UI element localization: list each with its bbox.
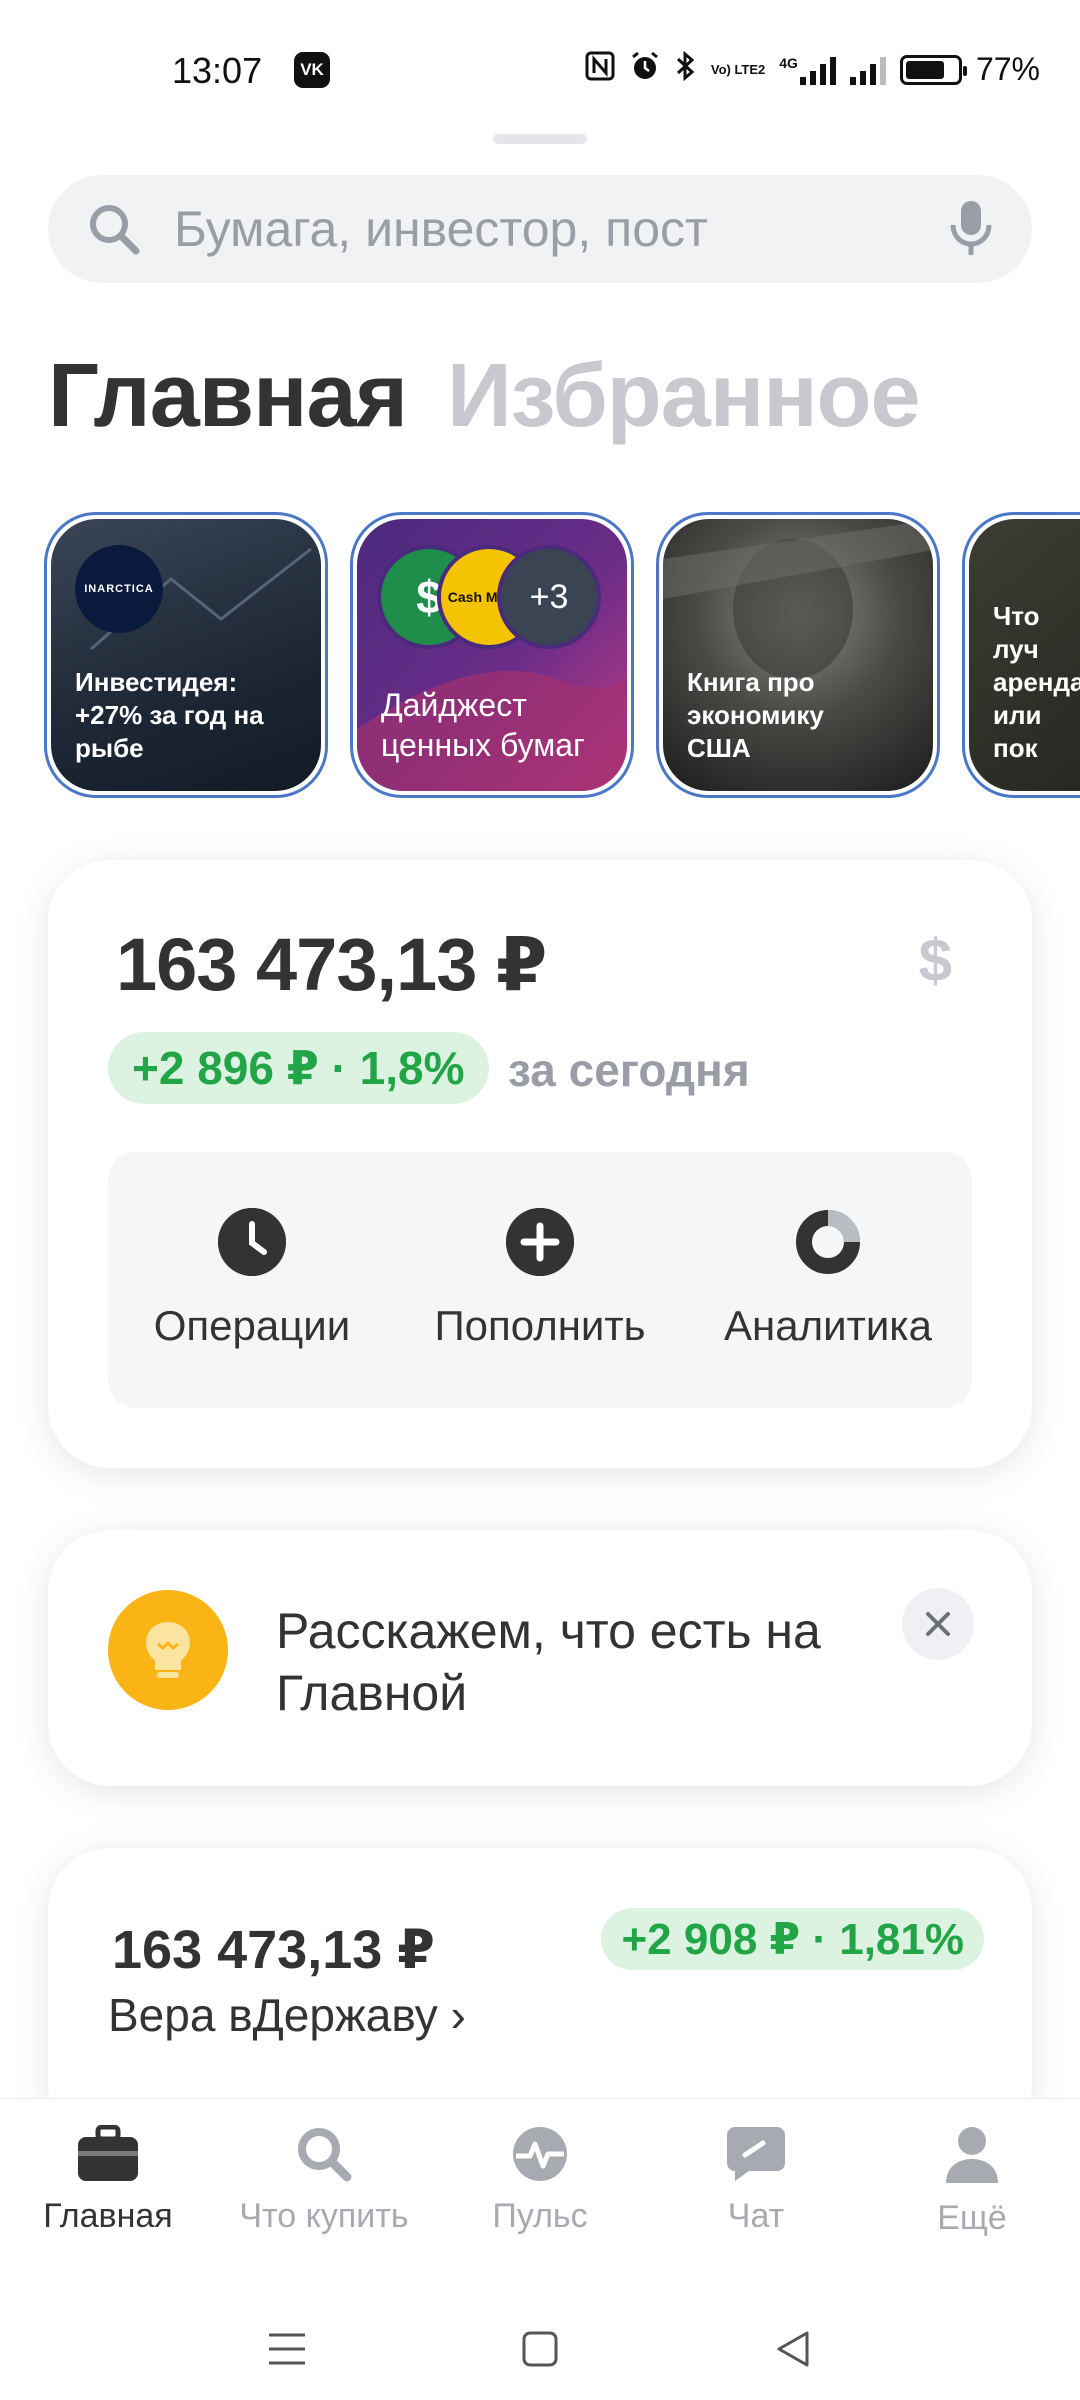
- back-icon[interactable]: [773, 2329, 813, 2369]
- operations-button[interactable]: Операции: [108, 1152, 396, 1408]
- nav-pulse-label: Пульс: [492, 2197, 588, 2235]
- volte-icon: Vo) LTE2: [710, 61, 766, 77]
- search-input[interactable]: [174, 200, 946, 258]
- system-navigation: [0, 2298, 1080, 2400]
- story-item[interactable]: $ Cash Money +3 Дайджест ценных бумаг: [350, 512, 634, 798]
- top-up-label: Пополнить: [434, 1302, 646, 1349]
- analytics-label: Аналитика: [724, 1302, 932, 1349]
- bottom-navigation: Главная Что купить Пульс Чат Ещё: [0, 2098, 1080, 2298]
- more-count-badge: +3: [497, 545, 601, 649]
- signal-icon: 4G: [779, 55, 836, 85]
- close-icon: [926, 1612, 950, 1636]
- portfolio-card[interactable]: 163 473,13 ₽ $ +2 896 ₽ · 1,8% за сегодн…: [48, 860, 1032, 1468]
- lightbulb-icon: [108, 1590, 228, 1710]
- nav-home-label: Главная: [43, 2197, 173, 2235]
- bluetooth-icon: [675, 50, 697, 89]
- home-square-icon[interactable]: [521, 2330, 559, 2368]
- signal-2-icon: [849, 55, 886, 85]
- alarm-icon: [629, 50, 661, 89]
- profile-icon: [946, 2127, 998, 2183]
- nav-chat[interactable]: Чат: [648, 2099, 864, 2298]
- menu-icon[interactable]: [267, 2331, 307, 2367]
- top-up-button[interactable]: Пополнить: [396, 1152, 684, 1408]
- analytics-button[interactable]: Аналитика: [684, 1152, 972, 1408]
- main-tabs: Главная Избранное: [48, 345, 921, 448]
- donut-chart-icon: [794, 1208, 862, 1276]
- nav-more[interactable]: Ещё: [864, 2099, 1080, 2298]
- clock-icon: [218, 1208, 286, 1276]
- briefcase-icon: [78, 2125, 138, 2181]
- portfolio-period: за сегодня: [508, 1044, 750, 1096]
- portfolio-change-badge: +2 896 ₽ · 1,8%: [108, 1032, 489, 1104]
- operations-label: Операции: [153, 1302, 351, 1349]
- onboarding-tip-card[interactable]: Расскажем, что есть на Главной: [48, 1530, 1032, 1786]
- nav-pulse[interactable]: Пульс: [432, 2099, 648, 2298]
- chat-icon: [727, 2127, 785, 2181]
- search-bar[interactable]: [48, 175, 1032, 283]
- nfc-icon: [585, 51, 615, 88]
- search-icon: [298, 2128, 352, 2182]
- tab-favorites[interactable]: Избранное: [447, 345, 921, 448]
- sheet-grabber[interactable]: [493, 134, 587, 144]
- story-logo: INARCTICA: [75, 545, 163, 633]
- status-icons: Vo) LTE2 4G 77%: [585, 50, 1040, 89]
- tab-home[interactable]: Главная: [48, 345, 408, 448]
- battery-percent: 77%: [975, 51, 1040, 87]
- nav-home[interactable]: Главная: [0, 2099, 216, 2298]
- account-name-link[interactable]: Вера вДержаву ›: [108, 1988, 466, 2042]
- story-title: Инвестидея: +27% за год на рыбе: [75, 667, 264, 763]
- story-item[interactable]: Что луч аренда или пок: [962, 512, 1080, 798]
- story-title: Книга про экономику США: [687, 667, 824, 763]
- search-icon: [90, 205, 140, 255]
- stories-carousel[interactable]: INARCTICA Инвестидея: +27% за год на рыб…: [44, 512, 1080, 802]
- nav-more-label: Ещё: [937, 2199, 1007, 2237]
- microphone-icon[interactable]: [946, 197, 996, 261]
- portfolio-actions: Операции Пополнить Аналитика: [108, 1152, 972, 1408]
- battery-icon: [899, 54, 967, 85]
- story-item[interactable]: Книга про экономику США: [656, 512, 940, 798]
- account-change-badge: +2 908 ₽ · 1,81%: [601, 1908, 984, 1970]
- tip-text: Расскажем, что есть на Главной: [276, 1603, 821, 1721]
- story-item[interactable]: INARCTICA Инвестидея: +27% за год на рыб…: [44, 512, 328, 798]
- status-bar: 13:07 VK Vo) LTE2 4G 77%: [0, 0, 1080, 140]
- nav-what-to-buy[interactable]: Что купить: [216, 2099, 432, 2298]
- plus-icon: [506, 1208, 574, 1276]
- status-time: 13:07: [172, 50, 263, 91]
- nav-what-to-buy-label: Что купить: [239, 2197, 409, 2235]
- nav-chat-label: Чат: [727, 2197, 785, 2235]
- story-title: Дайджест ценных бумаг: [381, 687, 585, 763]
- close-tip-button[interactable]: [902, 1588, 974, 1660]
- account-total: 163 473,13 ₽: [112, 1920, 435, 1980]
- story-avatars: $ Cash Money +3: [377, 545, 617, 655]
- currency-toggle[interactable]: $: [919, 926, 952, 995]
- pulse-icon: [513, 2127, 567, 2181]
- story-title: Что луч аренда или пок: [993, 601, 1080, 763]
- portfolio-total: 163 473,13 ₽: [116, 923, 547, 1006]
- vk-notification-icon: VK: [294, 52, 330, 88]
